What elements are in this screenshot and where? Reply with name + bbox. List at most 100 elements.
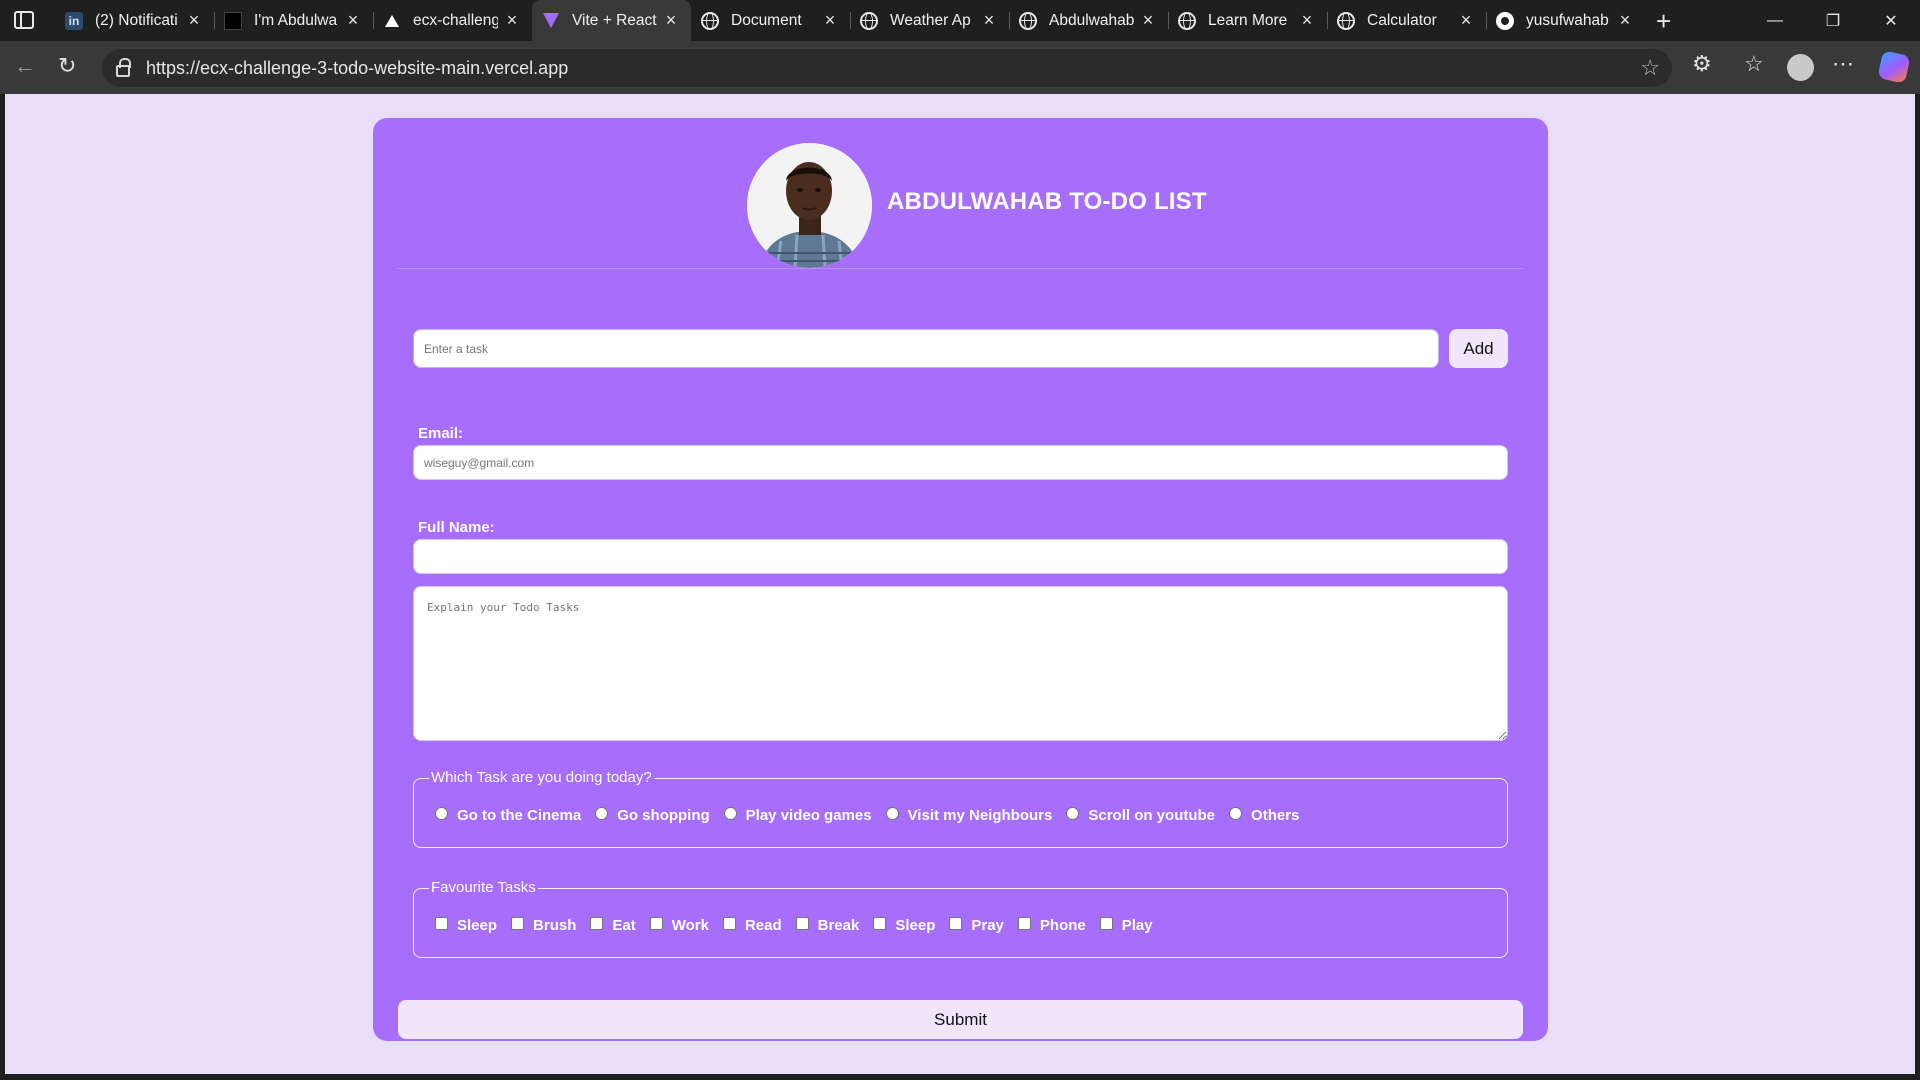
today-task-fieldset: Which Task are you doing today? Go to th… <box>413 769 1508 848</box>
checkbox[interactable] <box>511 917 525 930</box>
checkbox[interactable] <box>590 917 604 930</box>
fullname-field[interactable] <box>413 539 1508 574</box>
checkbox[interactable] <box>722 917 736 930</box>
checkbox-option[interactable]: Read <box>722 917 782 934</box>
linkedin-icon: in <box>65 11 83 30</box>
tab-github[interactable]: yusufwahab × <box>1486 0 1645 41</box>
extensions-icon[interactable]: ⚙ <box>1692 51 1712 77</box>
checkbox-option[interactable]: Play <box>1099 917 1153 934</box>
checkbox[interactable] <box>1099 917 1113 930</box>
checkbox-label: Eat <box>612 917 636 934</box>
close-icon[interactable]: × <box>1458 10 1474 31</box>
url-text: https://ecx-challenge-3-todo-website-mai… <box>146 57 569 78</box>
checkbox[interactable] <box>435 917 448 930</box>
tab-ecx-challenge[interactable]: ecx-challeng × <box>373 0 532 41</box>
checkbox-label: Play <box>1121 917 1153 934</box>
radio-option[interactable]: Others <box>1229 807 1299 824</box>
close-icon[interactable]: × <box>1617 10 1633 31</box>
checkbox-option[interactable]: Sleep <box>873 917 935 934</box>
browser-toolbar: ← ↻ https://ecx-challenge-3-todo-website… <box>0 41 1920 94</box>
email-label: Email: <box>418 425 464 442</box>
today-task-legend: Which Task are you doing today? <box>429 769 654 786</box>
radio-option[interactable]: Go shopping <box>595 807 710 824</box>
tab-title: Calculator <box>1367 11 1437 29</box>
reload-icon[interactable]: ↻ <box>58 53 76 79</box>
checkbox-label: Phone <box>1039 917 1086 934</box>
radio-label: Visit my Neighbours <box>907 807 1053 824</box>
tab-title: yusufwahab <box>1526 11 1609 29</box>
checkbox[interactable] <box>873 917 887 930</box>
today-task-options: Go to the Cinema Go shopping Play video … <box>435 807 1313 824</box>
checkbox-option[interactable]: Phone <box>1017 917 1086 934</box>
task-input[interactable] <box>413 329 1439 368</box>
tab-title: Abdulwahab <box>1049 11 1134 29</box>
checkbox[interactable] <box>949 917 963 930</box>
sidebar-toggle-icon[interactable] <box>14 11 34 29</box>
tab-title: ecx-challeng <box>413 11 498 29</box>
checkbox-label: Break <box>817 917 860 934</box>
checkbox-label: Brush <box>533 917 577 934</box>
add-button[interactable]: Add <box>1449 329 1508 368</box>
radio-button[interactable] <box>595 807 609 820</box>
tab-abdulwahab[interactable]: Abdulwahab × <box>1009 0 1168 41</box>
tab-weather-app[interactable]: Weather Ap × <box>850 0 1009 41</box>
close-icon[interactable]: × <box>981 10 997 31</box>
close-icon[interactable]: × <box>1140 10 1156 31</box>
checkbox-option[interactable]: Pray <box>949 917 1004 934</box>
checkbox-option[interactable]: Eat <box>590 917 636 934</box>
tab-title: Weather Ap <box>890 11 971 29</box>
more-menu-icon[interactable]: ⋯ <box>1832 51 1854 77</box>
page-title: ABDULWAHAB TO-DO LIST <box>887 188 1207 215</box>
close-icon[interactable]: × <box>663 10 679 31</box>
radio-option[interactable]: Go to the Cinema <box>435 807 581 824</box>
radio-option[interactable]: Visit my Neighbours <box>885 807 1053 824</box>
radio-label: Go to the Cinema <box>457 807 582 824</box>
lock-icon[interactable] <box>116 58 131 77</box>
restore-icon[interactable]: ❐ <box>1804 0 1862 41</box>
radio-button[interactable] <box>885 807 899 820</box>
globe-icon <box>701 11 719 30</box>
tab-title: Learn More <box>1208 11 1288 29</box>
email-field[interactable] <box>413 445 1508 480</box>
back-arrow-icon[interactable]: ← <box>14 53 36 79</box>
tab-document[interactable]: Document × <box>691 0 850 41</box>
favorite-star-icon[interactable]: ☆ <box>1640 55 1660 81</box>
new-tab-icon[interactable]: + <box>1656 6 1671 37</box>
checkbox[interactable] <box>1017 917 1031 930</box>
checkbox-option[interactable]: Sleep <box>435 917 497 934</box>
radio-button[interactable] <box>723 807 737 820</box>
tab-notifications[interactable]: in (2) Notificati × <box>55 0 214 41</box>
favorites-icon[interactable]: ☆ <box>1744 51 1764 77</box>
close-icon[interactable]: × <box>822 10 838 31</box>
vite-icon <box>542 12 560 30</box>
radio-button[interactable] <box>435 807 448 820</box>
radio-button[interactable] <box>1229 807 1243 820</box>
radio-button[interactable] <box>1066 807 1080 820</box>
tab-portfolio[interactable]: I'm Abdulwa × <box>214 0 373 41</box>
checkbox[interactable] <box>649 917 663 930</box>
close-icon[interactable]: × <box>345 10 361 31</box>
dark-site-icon <box>224 11 242 30</box>
tab-title: Vite + React <box>572 11 657 29</box>
radio-option[interactable]: Play video games <box>723 807 872 824</box>
tab-learn-more[interactable]: Learn More × <box>1168 0 1327 41</box>
minimize-icon[interactable]: — <box>1746 0 1804 41</box>
checkbox-option[interactable]: Break <box>795 917 860 934</box>
address-bar[interactable]: https://ecx-challenge-3-todo-website-mai… <box>102 49 1672 87</box>
close-icon[interactable]: × <box>186 10 202 31</box>
close-icon[interactable]: × <box>1299 10 1315 31</box>
close-icon[interactable]: × <box>504 10 520 31</box>
checkbox[interactable] <box>795 917 809 930</box>
favourite-tasks-fieldset: Favourite Tasks Sleep Brush Eat Work Rea… <box>413 879 1508 958</box>
tab-vite-react[interactable]: Vite + React × <box>532 0 691 41</box>
profile-icon[interactable] <box>1787 54 1814 81</box>
radio-option[interactable]: Scroll on youtube <box>1066 807 1215 824</box>
todo-description-textarea[interactable] <box>413 586 1508 741</box>
checkbox-option[interactable]: Work <box>649 917 709 934</box>
tab-calculator[interactable]: Calculator × <box>1327 0 1486 41</box>
checkbox-label: Pray <box>971 917 1004 934</box>
close-window-icon[interactable]: ✕ <box>1862 0 1920 41</box>
submit-button[interactable]: Submit <box>398 1000 1523 1039</box>
checkbox-option[interactable]: Brush <box>511 917 576 934</box>
radio-label: Play video games <box>745 807 872 824</box>
